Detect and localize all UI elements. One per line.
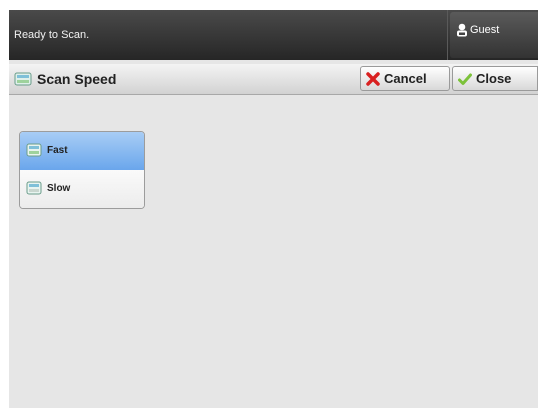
- option-slow[interactable]: Slow: [20, 170, 144, 208]
- guest-login-button[interactable]: Guest: [450, 12, 538, 58]
- option-slow-label: Slow: [47, 183, 71, 194]
- guest-label: Guest: [470, 24, 500, 36]
- title-bar: Scan Speed Cancel Close: [9, 64, 538, 95]
- scan-speed-screen: Ready to Scan. Guest Scan Speed Cancel C…: [9, 10, 538, 408]
- user-icon: [456, 23, 468, 37]
- cancel-label: Cancel: [384, 71, 427, 86]
- fast-scan-icon: [26, 143, 42, 158]
- scan-speed-options: Fast Slow: [19, 131, 145, 209]
- x-icon: [366, 72, 380, 86]
- option-fast-label: Fast: [47, 145, 68, 156]
- slow-scan-icon: [26, 181, 42, 196]
- close-button[interactable]: Close: [452, 66, 538, 91]
- scan-speed-icon: [14, 71, 32, 87]
- page-title: Scan Speed: [37, 71, 117, 87]
- close-label: Close: [476, 71, 512, 86]
- status-bar: Ready to Scan. Guest: [9, 10, 538, 60]
- cancel-button[interactable]: Cancel: [360, 66, 450, 91]
- checkmark-icon: [458, 72, 472, 86]
- option-fast[interactable]: Fast: [20, 132, 144, 171]
- status-message: Ready to Scan.: [9, 10, 448, 60]
